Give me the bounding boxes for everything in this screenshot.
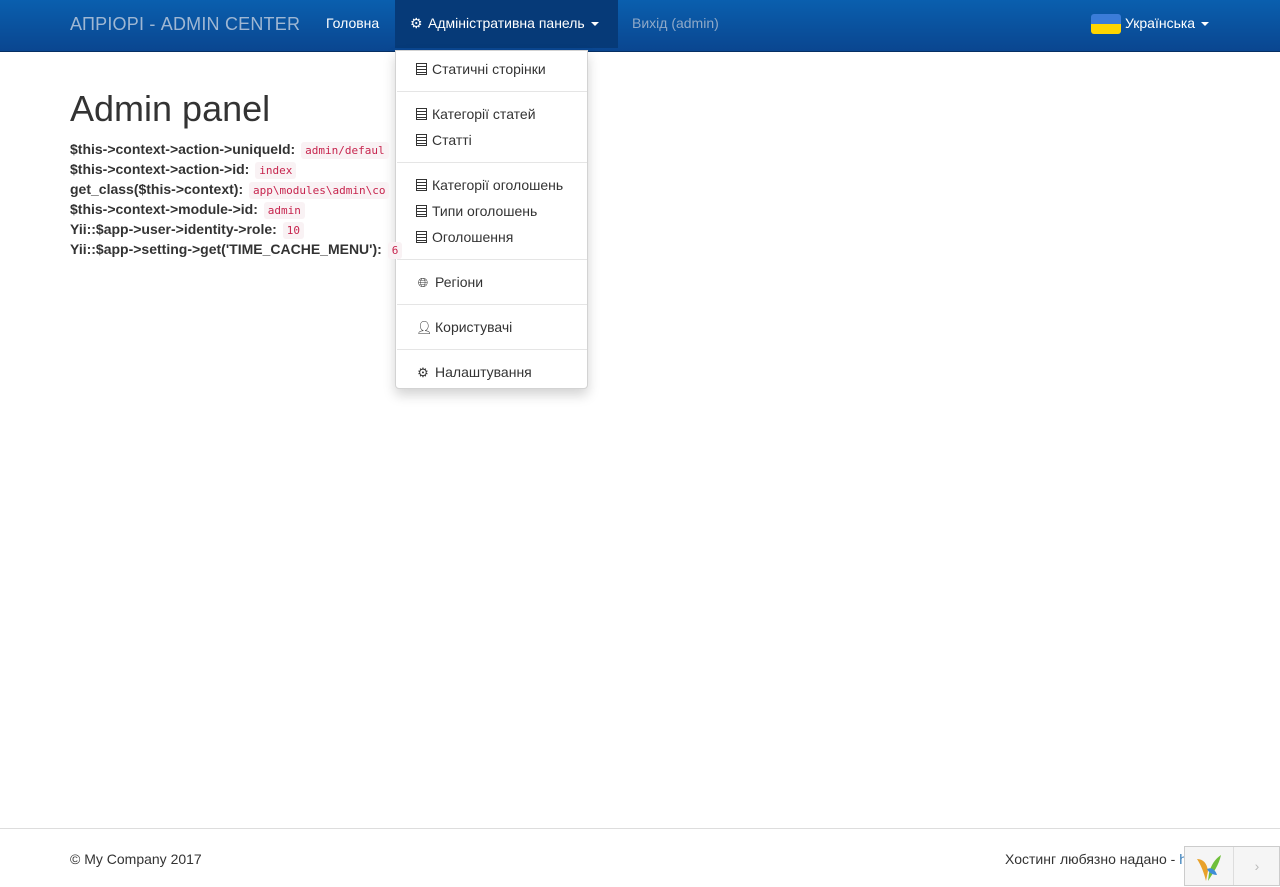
- list-alt-icon: [416, 63, 427, 75]
- yii-logo-icon[interactable]: [1193, 853, 1225, 883]
- menu-item-ad-categories[interactable]: Категорії оголошень: [416, 175, 563, 195]
- menu-item-label: Типи оголошень: [432, 203, 538, 219]
- debug-value: 10: [282, 222, 304, 239]
- menu-item-label: Категорії оголошень: [432, 177, 564, 193]
- nav-home[interactable]: Головна: [311, 0, 394, 48]
- debug-value: admin/defaul: [301, 142, 389, 159]
- gear-icon: ⚙: [417, 365, 429, 380]
- chevron-right-icon[interactable]: ›: [1233, 847, 1280, 885]
- hosting-credit: Хостинг любязно надано - h: [1005, 851, 1187, 867]
- debug-line: get_class($this->context): app\modules\a…: [70, 179, 390, 199]
- menu-divider: [397, 259, 587, 260]
- menu-divider: [397, 91, 587, 92]
- user-icon: 👤︎: [416, 320, 433, 335]
- brand-link[interactable]: АПРІОРІ - ADMIN CENTER: [70, 14, 300, 35]
- debug-line: Yii::$app->user->identity->role: 10: [70, 219, 304, 239]
- debug-line: $this->context->action->id: index: [70, 159, 297, 179]
- menu-item-articles[interactable]: Статті: [416, 130, 472, 150]
- menu-item-article-categories[interactable]: Категорії статей: [416, 104, 536, 124]
- page-footer: © My Company 2017 Хостинг любязно надано…: [0, 828, 1280, 887]
- nav-admin-panel[interactable]: ⚙ Адміністративна панель: [395, 0, 618, 48]
- menu-divider: [397, 349, 587, 350]
- admin-dropdown-menu: Статичні сторінки Категорії статей Статт…: [395, 50, 588, 389]
- page-title: Admin panel: [70, 88, 271, 129]
- debug-label: Yii::$app->user->identity->role:: [70, 221, 277, 237]
- debug-line: Yii::$app->setting->get('TIME_CACHE_MENU…: [70, 239, 403, 259]
- ukraine-flag-icon: [1091, 14, 1121, 35]
- list-alt-icon: [416, 108, 427, 120]
- yii-debug-toolbar[interactable]: ›: [1184, 846, 1280, 886]
- debug-label: Yii::$app->setting->get('TIME_CACHE_MENU…: [70, 241, 382, 257]
- debug-label: $this->context->action->id:: [70, 161, 250, 177]
- menu-item-settings[interactable]: ⚙ Налаштування: [416, 362, 532, 382]
- list-alt-icon: [416, 205, 427, 217]
- debug-value: index: [255, 162, 297, 179]
- debug-value: admin: [263, 202, 305, 219]
- menu-item-label: Статичні сторінки: [432, 61, 546, 77]
- globe-icon: 🌐︎: [417, 275, 429, 290]
- language-selector[interactable]: Українська: [1076, 0, 1224, 48]
- debug-line: $this->context->action->uniqueId: admin/…: [70, 139, 389, 159]
- debug-value: 6: [387, 242, 403, 259]
- menu-item-ads[interactable]: Оголошення: [416, 227, 513, 247]
- debug-line: $this->context->module->id: admin: [70, 199, 305, 219]
- menu-item-users[interactable]: 👤︎ Користувачі: [416, 317, 512, 337]
- hosting-text: Хостинг любязно надано -: [1005, 851, 1176, 867]
- debug-label: $this->context->module->id:: [70, 201, 258, 217]
- menu-item-regions[interactable]: 🌐︎ Регіони: [416, 272, 483, 292]
- debug-value: app\modules\admin\co: [249, 182, 390, 199]
- menu-item-label: Категорії статей: [432, 106, 536, 122]
- list-alt-icon: [416, 134, 427, 146]
- top-navbar: АПРІОРІ - ADMIN CENTER Головна ⚙ Адмініст…: [0, 0, 1280, 52]
- menu-divider: [397, 162, 587, 163]
- language-label: Українська: [1125, 15, 1196, 31]
- copyright-text: © My Company 2017: [70, 851, 202, 867]
- nav-admin-panel-label: Адміністративна панель: [428, 15, 585, 31]
- debug-label: get_class($this->context):: [70, 181, 244, 197]
- menu-item-label: Оголошення: [432, 229, 514, 245]
- menu-divider: [397, 304, 587, 305]
- debug-label: $this->context->action->uniqueId:: [70, 141, 296, 157]
- nav-logout[interactable]: Вихід (admin): [617, 0, 734, 48]
- menu-item-ad-types[interactable]: Типи оголошень: [416, 201, 537, 221]
- menu-item-label: Користувачі: [435, 319, 513, 335]
- list-alt-icon: [416, 179, 427, 191]
- gear-icon: ⚙: [410, 15, 423, 31]
- caret-down-icon: [590, 22, 599, 27]
- menu-item-static-pages[interactable]: Статичні сторінки: [416, 59, 546, 79]
- list-alt-icon: [416, 231, 427, 243]
- menu-item-label: Статті: [432, 132, 472, 148]
- menu-item-label: Регіони: [435, 274, 484, 290]
- caret-down-icon: [1201, 22, 1210, 27]
- menu-item-label: Налаштування: [435, 364, 532, 380]
